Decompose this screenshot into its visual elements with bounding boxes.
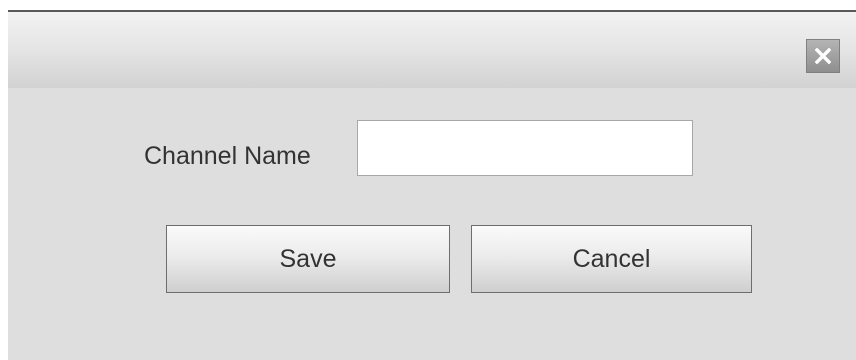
cancel-button[interactable]: Cancel bbox=[471, 225, 752, 293]
close-icon bbox=[815, 48, 831, 64]
channel-name-dialog: Channel Name Save Cancel bbox=[8, 10, 856, 360]
channel-name-input[interactable] bbox=[357, 120, 693, 176]
close-button[interactable] bbox=[806, 39, 840, 73]
channel-name-label: Channel Name bbox=[144, 142, 311, 170]
dialog-titlebar bbox=[8, 12, 856, 88]
save-button[interactable]: Save bbox=[166, 225, 450, 293]
